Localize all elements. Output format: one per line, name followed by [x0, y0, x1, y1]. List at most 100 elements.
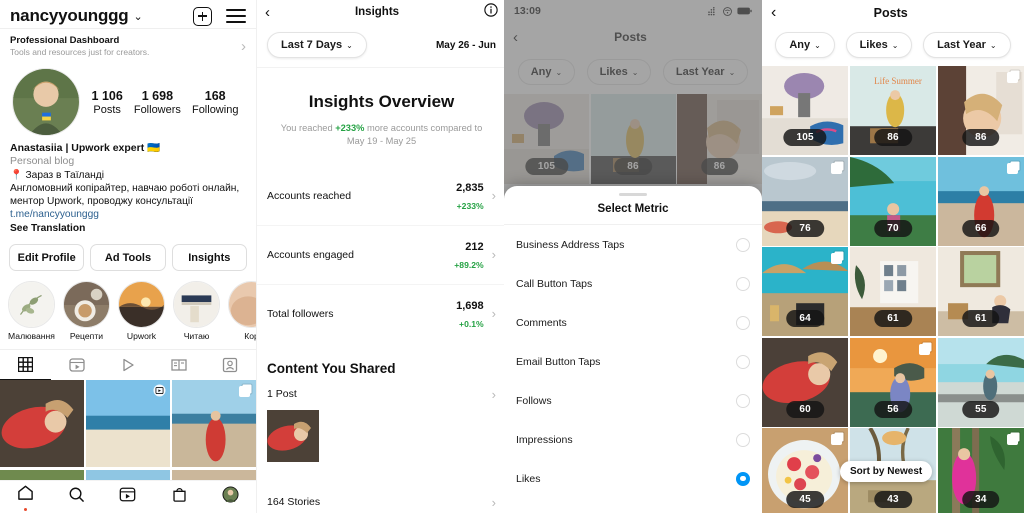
overview-sub-percent: +233% [335, 123, 365, 133]
radio-button[interactable] [736, 237, 750, 252]
tab-reels[interactable] [51, 350, 102, 380]
metric-delta: +0.1% [459, 318, 484, 329]
grid-cell[interactable] [171, 380, 256, 468]
metric-row[interactable]: Accounts reached 2,835 +233% › [257, 167, 506, 226]
metric-chevron-icon: › [491, 247, 496, 263]
stat-following-label: Following [191, 103, 239, 116]
metric-option-email-button-taps[interactable]: Email Button Taps [504, 342, 762, 381]
metric-option-impressions[interactable]: Impressions [504, 420, 762, 459]
post-cell[interactable]: 76 [762, 156, 849, 246]
content-row-posts[interactable]: 1 Post › [257, 376, 506, 406]
highlight-item[interactable]: Кор [228, 281, 256, 341]
info-icon[interactable] [484, 2, 498, 22]
dashboard-chevron-icon: › [241, 37, 246, 55]
highlight-item[interactable]: Рецепти [63, 281, 110, 341]
metric-option-likes[interactable]: Likes [504, 459, 762, 498]
metric-option-comments[interactable]: Comments [504, 303, 762, 342]
post-cell[interactable]: 66 [937, 156, 1024, 246]
insights-button[interactable]: Insights [171, 244, 247, 272]
metric-option-follows[interactable]: Follows [504, 381, 762, 420]
home-icon [18, 485, 33, 500]
highlight-item[interactable]: Читаю [173, 281, 220, 341]
radio-button[interactable] [736, 393, 750, 408]
profile-link[interactable]: t.me/nancyyounggg [10, 208, 246, 221]
insights-panel: ‹ Insights Last 7 Days ⌄ May 26 - Jun In… [256, 0, 506, 513]
post-cell[interactable]: 61 [937, 247, 1024, 336]
date-range-text: May 26 - Jun [435, 39, 496, 51]
highlight-cover [63, 281, 110, 329]
highlight-label: Кор [244, 331, 256, 342]
radio-button[interactable] [736, 315, 750, 330]
professional-dashboard-row[interactable]: Professional Dashboard Tools and resourc… [0, 28, 256, 64]
post-cell[interactable]: Life Summer 86 [849, 66, 937, 155]
tab-tagged[interactable] [205, 350, 256, 380]
metric-option-business-address-taps[interactable]: Business Address Taps [504, 225, 762, 264]
nav-shop[interactable] [171, 486, 188, 508]
metric-delta: +89.2% [454, 259, 484, 270]
metric-chevron-icon: › [491, 306, 496, 322]
see-translation-link[interactable]: See Translation [10, 222, 246, 235]
metric-row[interactable]: Total followers 1,698 +0.1% › [257, 285, 506, 343]
grid-cell[interactable] [85, 380, 171, 468]
profile-avatar [222, 486, 239, 503]
metric-row[interactable]: Accounts engaged 212 +89.2% › [257, 226, 506, 285]
filter-chip-metric[interactable]: Likes ⌄ [845, 32, 913, 58]
metric-option-label: Likes [516, 472, 541, 485]
metric-option-label: Call Button Taps [516, 277, 593, 290]
radio-button[interactable] [736, 354, 750, 369]
post-cell[interactable]: 34 [937, 428, 1024, 513]
radio-button[interactable] [736, 276, 750, 291]
hamburger-menu-icon[interactable] [226, 9, 246, 23]
radio-button[interactable] [736, 432, 750, 447]
nav-profile[interactable] [222, 486, 239, 508]
highlight-item[interactable]: Upwork [118, 281, 165, 341]
date-range-chip[interactable]: Last 7 Days ⌄ [267, 32, 367, 58]
chevron-down-icon: ⌄ [814, 40, 821, 50]
filter-chip-period[interactable]: Last Year ⌄ [923, 32, 1011, 58]
post-cell[interactable]: 45 [762, 428, 849, 513]
insights-header: ‹ Insights [257, 0, 506, 24]
stat-following[interactable]: 168 Following [192, 89, 238, 116]
insights-title: Insights [354, 6, 400, 18]
tab-grid[interactable] [0, 350, 52, 381]
filter-chip-metric-label: Likes [859, 39, 888, 51]
dashboard-subtitle: Tools and resources just for creators. [10, 47, 150, 57]
profile-avatar[interactable] [12, 68, 80, 136]
post-cell[interactable]: 55 [937, 337, 1024, 427]
highlight-item[interactable]: Малювання [8, 281, 55, 341]
metric-label: Accounts engaged [267, 248, 354, 261]
metric-option-label: Email Button Taps [516, 355, 601, 368]
ad-tools-button[interactable]: Ad Tools [90, 244, 166, 272]
post-cell[interactable]: 105 [762, 66, 849, 155]
chevron-down-icon[interactable]: ⌄ [134, 10, 143, 23]
post-cell[interactable]: 70 [849, 156, 937, 246]
grid-cell[interactable] [0, 380, 85, 468]
metric-option-call-button-taps[interactable]: Call Button Taps [504, 264, 762, 303]
radio-button-selected[interactable] [736, 471, 750, 486]
post-cell[interactable]: 61 [849, 247, 937, 336]
post-cell[interactable]: 64 [762, 247, 849, 336]
nav-home[interactable] [17, 484, 34, 511]
edit-profile-button[interactable]: Edit Profile [9, 244, 85, 272]
profile-username[interactable]: nancyyounggg [10, 6, 129, 26]
post-cell[interactable]: 56 [849, 337, 937, 427]
content-row-stories[interactable]: 164 Stories › [257, 484, 506, 513]
stat-followers[interactable]: 1 698 Followers [134, 89, 181, 116]
tab-guides[interactable] [154, 350, 205, 380]
filter-chip-any[interactable]: Any ⌄ [775, 32, 835, 58]
reels-icon [120, 487, 136, 502]
nav-reels[interactable] [119, 486, 136, 508]
profile-tab-bar [0, 349, 256, 381]
nav-search[interactable] [68, 486, 85, 508]
post-cell[interactable]: 86 [937, 66, 1024, 155]
tab-video[interactable] [102, 350, 153, 380]
search-icon [69, 487, 85, 502]
insights-filter-row: Last 7 Days ⌄ May 26 - Jun [257, 24, 506, 68]
sort-by-newest-tooltip[interactable]: Sort by Newest [840, 461, 933, 482]
post-cell[interactable]: 60 [762, 337, 849, 427]
stat-posts[interactable]: 1 106 Posts [92, 89, 123, 116]
shop-icon [173, 488, 186, 502]
posts-grid: 105 Life Summer 86 86 76 70 66 64 61 61 … [762, 66, 1024, 513]
new-post-icon[interactable] [193, 6, 212, 26]
content-thumbnail[interactable] [267, 409, 319, 462]
